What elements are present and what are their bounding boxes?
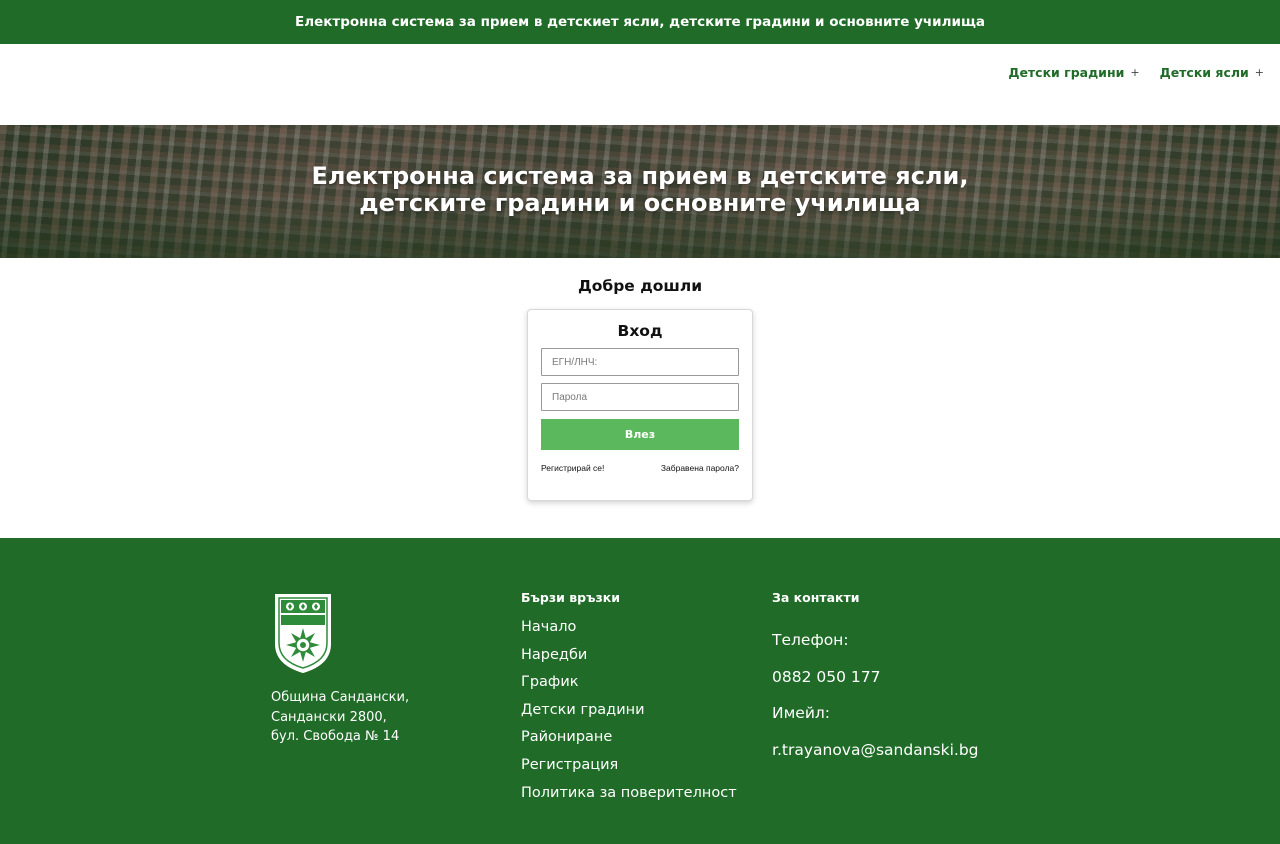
top-banner: Електронна система за прием в детскиет я… [0,0,1280,44]
plus-icon: + [1130,66,1140,79]
login-card: Вход Влез Регистрирай се! Забравена паро… [527,309,753,501]
hero-banner: Електронна система за прием в детските я… [0,125,1280,258]
nav-item-kindergartens[interactable]: Детски градини + [1008,65,1139,80]
quick-link-registration[interactable]: Регистрация [521,752,737,780]
nav-item-label: Детски ясли [1159,65,1249,80]
forgot-password-link[interactable]: Забравена парола? [661,463,739,473]
password-input[interactable] [541,383,739,411]
quick-links-title: Бързи връзки [521,590,620,605]
footer-address: Община Сандански, Сандански 2800, бул. С… [271,688,409,747]
quick-link-privacy-policy[interactable]: Политика за поверителност [521,780,737,808]
register-link[interactable]: Регистрирай се! [541,463,604,473]
phone-label: Телефон: [772,631,849,649]
quick-link-kindergartens[interactable]: Детски градини [521,697,737,725]
banner-text: Електронна система за прием в детскиет я… [294,14,986,30]
login-title: Вход [617,322,663,340]
hero-title: Електронна система за прием в детските я… [311,162,969,217]
footer: Община Сандански, Сандански 2800, бул. С… [0,538,1280,844]
quick-link-zoning[interactable]: Райониране [521,724,737,752]
email-label: Имейл: [772,704,831,722]
plus-icon: + [1254,66,1264,79]
address-line: Сандански 2800, [271,709,387,725]
egn-input[interactable] [541,348,739,376]
sandanski-coat-of-arms-icon [273,592,333,674]
nav-menu: Детски градини + Детски ясли + [1008,65,1264,80]
quick-link-schedule[interactable]: График [521,669,737,697]
address-line: бул. Свобода № 14 [271,729,400,744]
address-line: Община Сандански, [271,690,410,705]
main-nav: Детски градини + Детски ясли + [0,44,1280,125]
nav-item-nurseries[interactable]: Детски ясли + [1160,65,1264,80]
contacts-title: За контакти [772,590,860,605]
nav-item-label: Детски градини [1008,65,1125,80]
contacts-block: Телефон: 0882 050 177 Имейл: r.trayanova… [772,622,979,768]
phone-number[interactable]: 0882 050 177 [772,659,979,696]
quick-link-regulations[interactable]: Наредби [521,642,737,670]
welcome-heading: Добре дошли [577,277,703,295]
quick-link-home[interactable]: Начало [521,614,737,642]
login-button[interactable]: Влез [541,419,739,450]
email-address[interactable]: r.trayanova@sandanski.bg [772,732,979,769]
quick-links-list: Начало Наредби График Детски градини Рай… [521,614,737,807]
